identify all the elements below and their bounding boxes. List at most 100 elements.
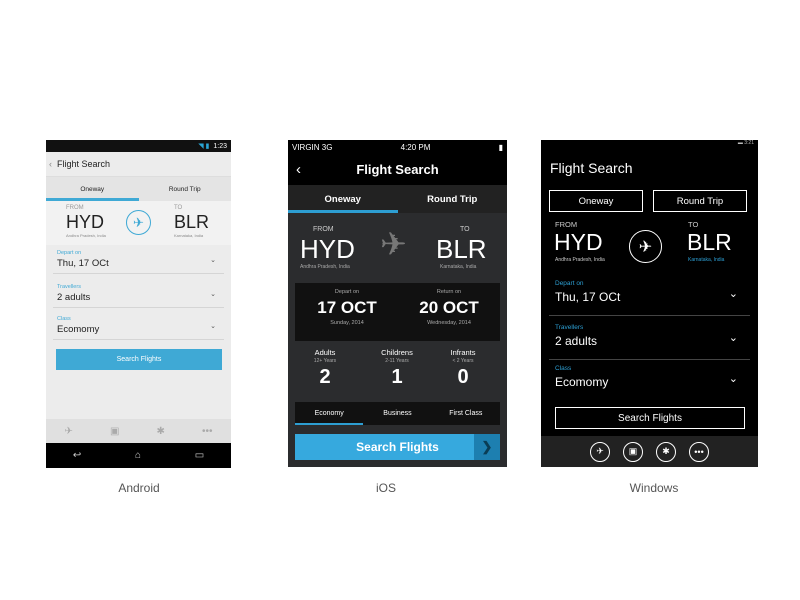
infants-label: Infrants [450,348,476,357]
plane-icon[interactable]: ✈ [65,426,73,437]
tab-round-trip[interactable]: Round Trip [398,185,508,213]
briefcase-icon[interactable]: ▣ [623,441,643,462]
home-icon[interactable]: ⌂ [135,450,141,461]
briefcase-icon[interactable]: ▣ [110,426,119,437]
page-title: Flight Search [356,162,439,177]
search-flights-button[interactable]: Search Flights ❯ [295,434,500,460]
travellers-value: 2 adults [57,292,91,303]
infants-counter[interactable]: Infrants < 2 Years 0 [428,348,498,389]
adults-counter[interactable]: Adults 12+ Years 2 [290,348,360,389]
status-time: 3:21 [744,140,754,146]
status-bar: ◥ ▮ 1:23 [46,140,231,152]
class-selector: Economy Business First Class [295,402,500,425]
class-economy[interactable]: Economy [295,402,364,425]
android-screen: ◥ ▮ 1:23 ‹ Flight Search Oneway Round Tr… [46,140,231,468]
depart-field[interactable]: Depart on Thu, 17 OCt ⌄ [53,246,224,274]
class-value: Ecomomy [555,375,609,389]
back-icon[interactable]: ‹ [49,159,52,169]
depart-label: Depart on [334,289,360,295]
caption-android: Android [118,481,160,495]
to-label: TO [688,220,699,229]
to-place: Karnataka, India [440,264,477,270]
return-date[interactable]: Return on 20 OCT Wednesday, 2014 [399,289,499,326]
tab-round-trip[interactable]: Round Trip [139,177,232,201]
adults-label: Adults [314,348,336,357]
from-place: Andhra Pradesh, India [555,257,605,263]
passengers-section: Adults 12+ Years 2 Childrens 2-11 Years … [288,348,507,398]
travellers-field[interactable]: Travellers 2 adults ⌄ [549,318,750,360]
status-time: 4:20 PM [400,142,431,152]
route-section: FROM HYD Andhra Pradesh, India ✈ TO BLR … [46,201,231,245]
nav-bar: ‹ Flight Search [288,154,507,185]
to-label: TO [174,205,183,211]
chevron-down-icon: ⌄ [210,323,216,330]
more-icon[interactable]: ••• [202,426,213,437]
from-place: Andhra Pradesh, India [66,233,106,238]
from-code[interactable]: HYD [300,234,355,265]
trip-type-tabs: Oneway Round Trip [46,177,231,201]
search-flights-button[interactable]: Search Flights [56,349,222,370]
from-code[interactable]: HYD [66,212,104,233]
gear-icon[interactable]: ✱ [157,426,165,437]
class-field[interactable]: Class Ecomomy ⌄ [53,312,224,340]
class-label: Class [555,365,572,372]
plane-icon[interactable]: ✈ [590,441,610,462]
travellers-field[interactable]: Travellers 2 adults ⌄ [53,280,224,308]
adults-count: 2 [319,366,331,388]
depart-day: Sunday, 2014 [330,320,364,326]
return-label: Return on [436,289,462,295]
depart-label: Depart on [57,250,82,256]
recents-icon[interactable]: ▭ [195,450,204,461]
plane-icon: ✈ [380,226,407,262]
swap-plane-icon[interactable]: ✈ [629,230,662,263]
return-date-value: 20 OCT [419,298,479,317]
to-code[interactable]: BLR [436,234,487,265]
chevron-down-icon: ⌄ [728,288,738,300]
chevron-down-icon: ⌄ [210,291,216,298]
trip-type-tabs: Oneway Round Trip [288,185,507,213]
swap-plane-icon[interactable]: ✈ [126,210,151,235]
page-title: Flight Search [57,159,111,169]
to-place: Karnataka, India [174,233,204,238]
adults-age: 12+ Years [313,358,337,364]
travellers-label: Travellers [57,284,81,290]
gear-icon[interactable]: ✱ [656,441,676,462]
status-time: 1:23 [213,142,227,150]
depart-date[interactable]: Depart on 17 OCT Sunday, 2014 [297,289,397,326]
arrow-right-icon: ❯ [474,434,500,460]
tab-oneway[interactable]: Oneway [46,177,139,201]
tab-oneway[interactable]: Oneway [288,185,398,213]
to-code[interactable]: BLR [687,229,732,256]
system-nav: ↩ ⌂ ▭ [46,443,231,468]
infants-age: < 2 Years [452,358,474,364]
depart-value: Thu, 17 OCt [57,258,109,269]
class-label: Class [57,316,71,322]
back-icon[interactable]: ‹ [296,161,301,178]
class-business[interactable]: Business [363,402,431,425]
chevron-down-icon: ⌄ [210,257,216,264]
depart-field[interactable]: Depart on Thu, 17 OCt ⌄ [549,274,750,316]
caption-windows: Windows [629,481,679,495]
from-code[interactable]: HYD [554,229,603,256]
search-flights-button[interactable]: Search Flights [555,407,745,429]
from-place: Andhra Pradesh, India [300,264,350,270]
chevron-down-icon: ⌄ [728,332,738,344]
app-bar: ✈ ▣ ✱ ••• [541,436,758,467]
class-field[interactable]: Class Ecomomy ⌄ [549,359,750,401]
from-label: FROM [555,220,578,229]
children-age: 2-11 Years [385,358,409,364]
dates-panel: Depart on 17 OCT Sunday, 2014 Return on … [295,283,500,341]
children-count: 1 [391,366,403,388]
tab-round-trip[interactable]: Round Trip [653,190,747,212]
page-title: Flight Search [550,160,633,176]
back-icon[interactable]: ↩ [73,450,81,461]
to-place: Karnataka, India [688,257,725,263]
class-first[interactable]: First Class [432,402,500,425]
children-counter[interactable]: Childrens 2-11 Years 1 [362,348,432,389]
class-value: Ecomomy [57,324,100,335]
more-icon[interactable]: ••• [689,441,709,462]
tab-oneway[interactable]: Oneway [549,190,643,212]
to-code[interactable]: BLR [174,212,209,233]
return-day: Wednesday, 2014 [427,320,471,326]
travellers-value: 2 adults [555,334,598,348]
